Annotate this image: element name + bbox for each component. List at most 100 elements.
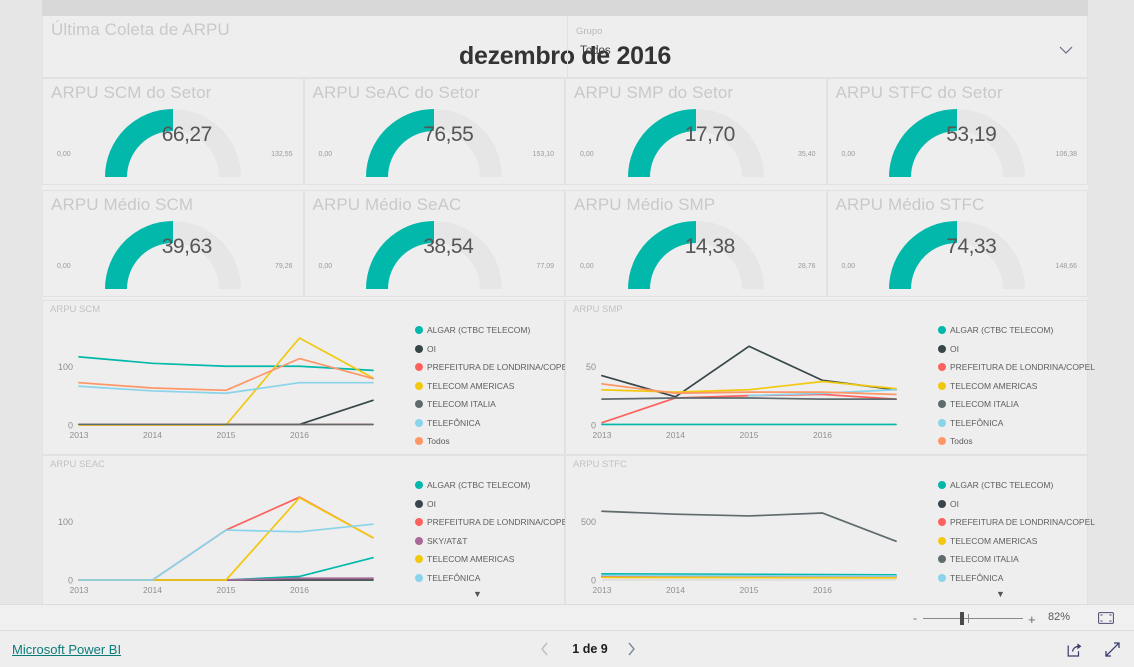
legend-item[interactable]: TELEFÔNICA <box>415 414 572 433</box>
svg-text:2016: 2016 <box>290 585 309 595</box>
legend-item[interactable]: TELECOM ITALIA <box>938 395 1095 414</box>
gauge-tile[interactable]: ARPU SeAC do Setor 76,55 0,00 153,10 <box>303 78 565 185</box>
svg-text:50: 50 <box>586 362 596 372</box>
svg-text:0: 0 <box>68 576 73 586</box>
gauge-value: 66,27 <box>161 123 213 146</box>
legend-item[interactable]: PREFEITURA DE LONDRINA/COPEL <box>938 358 1095 377</box>
legend-item[interactable]: TELECOM AMERICAS <box>938 377 1095 396</box>
header-title: Última Coleta de ARPU <box>51 20 230 39</box>
legend-scroll-down-icon[interactable]: ▼ <box>996 589 1005 599</box>
legend-color-swatch <box>415 400 423 409</box>
gauge-tile[interactable]: ARPU Médio STFC 74,33 0,00 148,66 <box>826 190 1088 297</box>
gauge-tile[interactable]: ARPU Médio SeAC 38,54 0,00 77,09 <box>303 190 565 297</box>
gauge-max-label: 79,26 <box>274 263 293 270</box>
gauge-value: 17,70 <box>684 123 736 146</box>
gauge-title: ARPU Médio SMP <box>574 195 716 214</box>
legend-item[interactable]: TELEFÔNICA <box>415 569 572 588</box>
next-page-button[interactable] <box>624 638 638 660</box>
gauge-tile[interactable]: ARPU SMP do Setor 17,70 0,00 35,40 <box>565 78 827 185</box>
legend-item[interactable]: TELECOM AMERICAS <box>415 550 572 569</box>
fit-to-page-icon[interactable] <box>1098 612 1114 624</box>
legend-item[interactable]: SKY/AT&T <box>415 532 572 551</box>
svg-text:2015: 2015 <box>740 585 759 595</box>
gauge-tile[interactable]: ARPU Médio SMP 14,38 0,00 28,76 <box>565 190 827 297</box>
legend-color-swatch <box>938 400 946 409</box>
legend-color-swatch <box>415 481 423 490</box>
legend-item[interactable]: TELECOM AMERICAS <box>415 377 572 396</box>
legend-item[interactable]: PREFEITURA DE LONDRINA/COPEL <box>415 358 572 377</box>
line-chart-tile[interactable]: ARPU STFC 0 500 2013 2014 2015 2016 ALGAR (CTBC… <box>565 455 1095 610</box>
zoom-in-button[interactable]: + <box>1028 612 1036 627</box>
gauge-max-label: 132,55 <box>271 151 293 158</box>
chart-title: ARPU STFC <box>573 459 627 470</box>
legend-label: TELECOM AMERICAS <box>427 380 515 391</box>
zoom-slider-track[interactable] <box>923 618 1023 619</box>
chart-legend: ALGAR (CTBC TELECOM) OI PREFEITURA DE LOND… <box>415 476 572 587</box>
legend-label: TELECOM AMERICAS <box>950 535 1038 546</box>
report-canvas: Última Coleta de ARPU dezembro de 2016 G… <box>42 0 1095 610</box>
svg-text:2013: 2013 <box>593 430 612 440</box>
chevron-down-icon[interactable] <box>1059 46 1073 55</box>
legend-item[interactable]: OI <box>415 340 572 359</box>
svg-text:0: 0 <box>591 576 596 586</box>
legend-item[interactable]: TELEFÔNICA <box>938 414 1095 433</box>
svg-text:100: 100 <box>58 362 73 372</box>
previous-page-button[interactable] <box>538 638 552 660</box>
legend-item[interactable]: OI <box>415 495 572 514</box>
legend-item[interactable]: Todos <box>938 432 1095 451</box>
legend-color-swatch <box>415 499 423 508</box>
gauge-tile[interactable]: ARPU STFC do Setor 53,19 0,00 106,38 <box>826 78 1088 185</box>
line-chart-tile[interactable]: ARPU SEAC 0 100 2013 2014 2015 2016 ALGAR (CTBC… <box>42 455 572 610</box>
legend-label: TELEFÔNICA <box>427 417 481 428</box>
legend-label: TELECOM ITALIA <box>950 399 1019 410</box>
gauge-value: 39,63 <box>161 235 213 258</box>
legend-item[interactable]: ALGAR (CTBC TELECOM) <box>938 476 1095 495</box>
zoom-slider-thumb[interactable] <box>960 612 964 625</box>
chart-plot-area: 0 100 2013 2014 2015 2016 <box>58 496 374 595</box>
power-bi-brand-link[interactable]: Microsoft Power BI <box>12 642 121 657</box>
gauge-min-label: 0,00 <box>318 151 333 158</box>
legend-item[interactable]: PREFEITURA DE LONDRINA/COPEL <box>938 513 1095 532</box>
chart-legend: ALGAR (CTBC TELECOM) OI PREFEITURA DE LOND… <box>938 476 1095 587</box>
zoom-percent-label: 82% <box>1048 611 1071 623</box>
legend-item[interactable]: PREFEITURA DE LONDRINA/COPEL <box>415 513 572 532</box>
legend-label: OI <box>427 343 436 354</box>
line-chart-tile[interactable]: ARPU SMP 0 50 2013 2014 2015 2016 ALGAR (CTBC T… <box>565 300 1095 455</box>
svg-text:500: 500 <box>581 517 596 527</box>
svg-text:2016: 2016 <box>290 430 309 440</box>
gauge-tile[interactable]: ARPU SCM do Setor 66,27 0,00 132,55 <box>42 78 304 185</box>
legend-label: SKY/AT&T <box>427 535 468 546</box>
legend-color-swatch <box>415 536 423 545</box>
legend-color-swatch <box>938 344 946 353</box>
legend-color-swatch <box>415 344 423 353</box>
legend-item[interactable]: ALGAR (CTBC TELECOM) <box>415 476 572 495</box>
slicer-value[interactable]: Todos <box>580 45 611 57</box>
legend-item[interactable]: OI <box>938 340 1095 359</box>
gauge-title: ARPU Médio SeAC <box>312 195 462 214</box>
last-collection-date: dezembro de 2016 <box>459 42 671 70</box>
header-divider <box>567 16 568 78</box>
fullscreen-icon[interactable] <box>1104 641 1121 658</box>
gauge-title: ARPU SCM do Setor <box>51 83 212 102</box>
legend-label: PREFEITURA DE LONDRINA/COPEL <box>427 362 573 373</box>
gauge-tile[interactable]: ARPU Médio SCM 39,63 0,00 79,26 <box>42 190 304 297</box>
legend-item[interactable]: TELECOM ITALIA <box>938 550 1095 569</box>
line-chart-tile[interactable]: ARPU SCM 0 100 2013 2014 2015 2016 ALGAR (CTBC … <box>42 300 572 455</box>
gauge-min-label: 0,00 <box>841 151 856 158</box>
legend-item[interactable]: TELECOM AMERICAS <box>938 532 1095 551</box>
zoom-out-button[interactable]: - <box>913 612 917 624</box>
legend-item[interactable]: TELEFÔNICA <box>938 569 1095 588</box>
chart-title: ARPU SEAC <box>50 459 105 470</box>
legend-scroll-down-icon[interactable]: ▼ <box>473 589 482 599</box>
legend-item[interactable]: OI <box>938 495 1095 514</box>
legend-item[interactable]: ALGAR (CTBC TELECOM) <box>938 321 1095 340</box>
legend-color-swatch <box>938 363 946 372</box>
legend-item[interactable]: TELECOM ITALIA <box>415 395 572 414</box>
legend-item[interactable]: ALGAR (CTBC TELECOM) <box>415 321 572 340</box>
gauge-max-label: 148,66 <box>1055 263 1077 270</box>
legend-item[interactable]: Todos <box>415 432 572 451</box>
gauge-max-label: 35,40 <box>797 151 816 158</box>
gauge-max-label: 153,10 <box>532 151 554 158</box>
legend-label: OI <box>950 343 959 354</box>
share-icon[interactable] <box>1066 641 1083 658</box>
